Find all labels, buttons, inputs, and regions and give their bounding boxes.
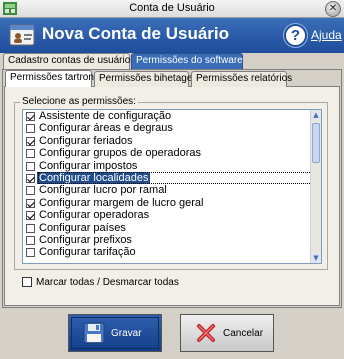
permission-checkbox[interactable]: [26, 235, 35, 245]
permission-item[interactable]: Configurar prefixos: [23, 234, 312, 246]
dialog-header: Nova Conta de Usuário ? Ajuda: [0, 18, 344, 53]
permission-checkbox[interactable]: [26, 112, 35, 121]
permissions-list[interactable]: Assistente de configuração Configurar ár…: [22, 109, 322, 264]
permission-label: Configurar margem de lucro geral: [39, 196, 204, 209]
permission-label: Configurar tarifação: [39, 246, 136, 259]
user-card-icon: [9, 24, 35, 46]
tab-permissoes-tartron[interactable]: Permissões tartron: [5, 70, 94, 87]
window-titlebar: Conta de Usuário ✕: [0, 0, 344, 18]
question-icon[interactable]: ?: [284, 24, 307, 47]
permission-label: Configurar localidades: [37, 171, 151, 184]
permission-item-selected[interactable]: Configurar localidades: [23, 171, 312, 185]
permission-checkbox[interactable]: [26, 223, 35, 233]
save-button[interactable]: Gravar: [68, 314, 162, 352]
dialog-title: Nova Conta de Usuário: [42, 24, 230, 43]
permission-label: Configurar feriados: [39, 134, 133, 147]
permission-checkbox[interactable]: [26, 149, 35, 159]
tab-permissoes-bihetagem[interactable]: Permissões bihetagem: [94, 71, 201, 87]
close-icon: ✕: [328, 3, 338, 14]
permission-item[interactable]: Configurar feriados: [23, 135, 312, 147]
permission-item[interactable]: Configurar tarifação: [23, 246, 312, 258]
tab-cadastro-contas[interactable]: Cadastro contas de usuários: [3, 53, 135, 69]
permission-item[interactable]: Configurar grupos de operadoras: [23, 147, 312, 159]
help-link[interactable]: Ajuda: [311, 28, 342, 42]
permission-checkbox[interactable]: [26, 211, 35, 221]
permission-label: Configurar áreas e degraus: [39, 122, 173, 135]
tab-permissoes-software[interactable]: Permissões do software: [131, 53, 243, 69]
arrow-up-icon[interactable]: ▲: [311, 110, 321, 120]
permission-checkbox[interactable]: [26, 248, 35, 258]
window-close-button[interactable]: ✕: [325, 1, 341, 17]
permission-label: Configurar grupos de operadoras: [39, 147, 202, 160]
toggle-all-checkbox[interactable]: [22, 277, 32, 287]
permission-item[interactable]: Configurar impostos: [23, 160, 312, 172]
permissions-group-label: Selecione as permissões:: [20, 96, 138, 107]
permission-checkbox[interactable]: [26, 161, 35, 171]
window-title: Conta de Usuário: [129, 2, 215, 14]
permission-label: Configurar lucro por ramal: [39, 184, 167, 197]
cancel-label: Cancelar: [223, 327, 264, 339]
permission-label: Configurar prefixos: [39, 233, 132, 246]
permission-label: Assistente de configuração: [39, 110, 172, 122]
permission-checkbox[interactable]: [26, 136, 35, 146]
permission-checkbox[interactable]: [26, 173, 35, 183]
permission-checkbox[interactable]: [26, 124, 35, 134]
red-x-icon: [197, 324, 215, 342]
save-label: Gravar: [111, 327, 142, 339]
tab-permissoes-relatorios[interactable]: Permissões relatórios: [191, 71, 292, 87]
permission-checkbox[interactable]: [26, 186, 35, 196]
permission-item[interactable]: Configurar lucro por ramal: [23, 184, 312, 196]
permission-item[interactable]: Assistente de configuração: [23, 110, 312, 122]
permission-item[interactable]: Configurar operadoras: [23, 209, 312, 221]
permission-item[interactable]: Configurar margem de lucro geral: [23, 197, 312, 209]
permission-item[interactable]: Configurar países: [23, 222, 312, 234]
floppy-disk-icon: [83, 322, 105, 344]
permission-checkbox[interactable]: [26, 198, 35, 208]
permission-label: Configurar países: [39, 221, 126, 234]
permission-label: Configurar operadoras: [39, 209, 150, 222]
toggle-all-label: Marcar todas / Desmarcar todas: [36, 276, 179, 288]
permission-item[interactable]: Configurar áreas e degraus: [23, 122, 312, 134]
cancel-button[interactable]: Cancelar: [180, 314, 274, 352]
list-scrollbar[interactable]: ▲ ▼: [310, 110, 321, 263]
permissions-list-items: Assistente de configuração Configurar ár…: [23, 110, 312, 259]
scrollbar-thumb[interactable]: [312, 123, 320, 163]
arrow-down-icon[interactable]: ▼: [311, 253, 321, 263]
permission-label: Configurar impostos: [39, 159, 138, 172]
toggle-all[interactable]: Marcar todas / Desmarcar todas: [22, 276, 179, 288]
help-glyph: ?: [290, 27, 301, 44]
